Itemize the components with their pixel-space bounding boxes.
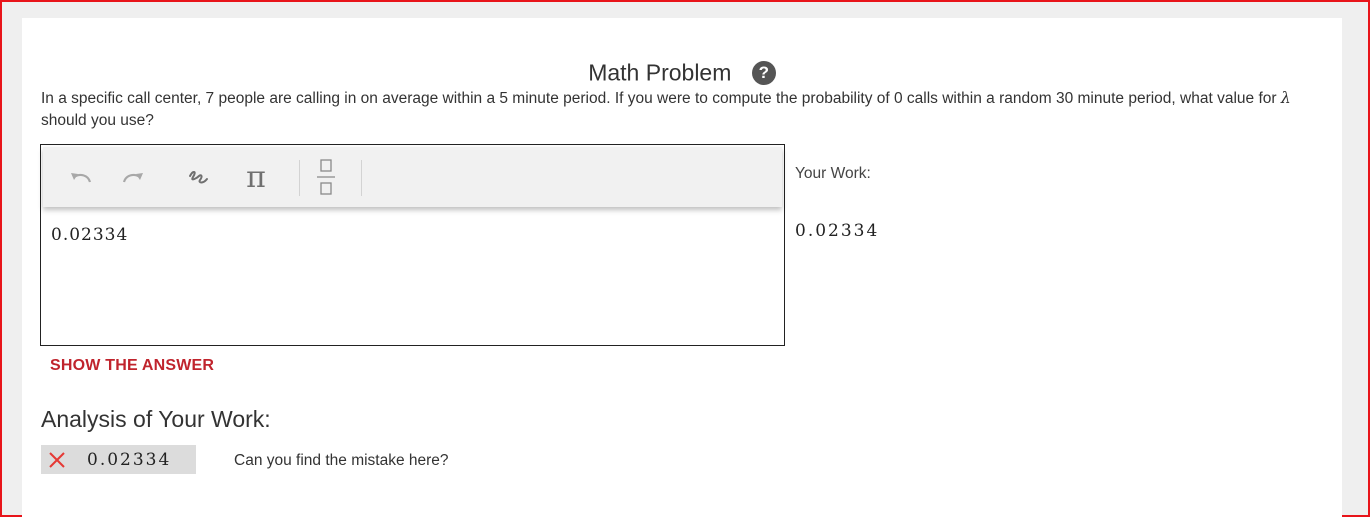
analysis-message: Can you find the mistake here? [234, 452, 449, 469]
analysis-result-chip: 0.02334 [41, 445, 196, 474]
help-icon[interactable]: ? [751, 60, 776, 85]
incorrect-x-icon [49, 451, 65, 468]
math-editor[interactable]: π 0.02334 [40, 144, 785, 346]
problem-statement: In a specific call center, 7 people are … [41, 87, 1311, 132]
page-title: Math Problem [588, 59, 732, 86]
editor-toolbar: π [43, 147, 782, 207]
toolbar-divider [299, 160, 300, 196]
problem-text-after: should you use? [41, 112, 154, 129]
editor-input-value[interactable]: 0.02334 [51, 225, 128, 245]
title-row: Math Problem ? [22, 58, 1342, 86]
handwriting-icon[interactable] [181, 157, 215, 197]
fraction-icon[interactable] [311, 157, 341, 197]
problem-card: Math Problem ? In a specific call center… [22, 18, 1342, 517]
lambda-symbol: λ [1280, 89, 1291, 107]
show-answer-button[interactable]: SHOW THE ANSWER [50, 357, 214, 375]
toolbar-divider [361, 160, 362, 196]
redo-icon[interactable] [117, 157, 149, 197]
analysis-value: 0.02334 [87, 449, 172, 470]
analysis-heading: Analysis of Your Work: [41, 406, 271, 432]
problem-text-before: In a specific call center, 7 people are … [41, 90, 1281, 107]
undo-icon[interactable] [65, 157, 97, 197]
pi-button[interactable]: π [239, 157, 273, 197]
your-work-value: 0.02334 [795, 221, 880, 241]
your-work-label: Your Work: [795, 165, 871, 182]
